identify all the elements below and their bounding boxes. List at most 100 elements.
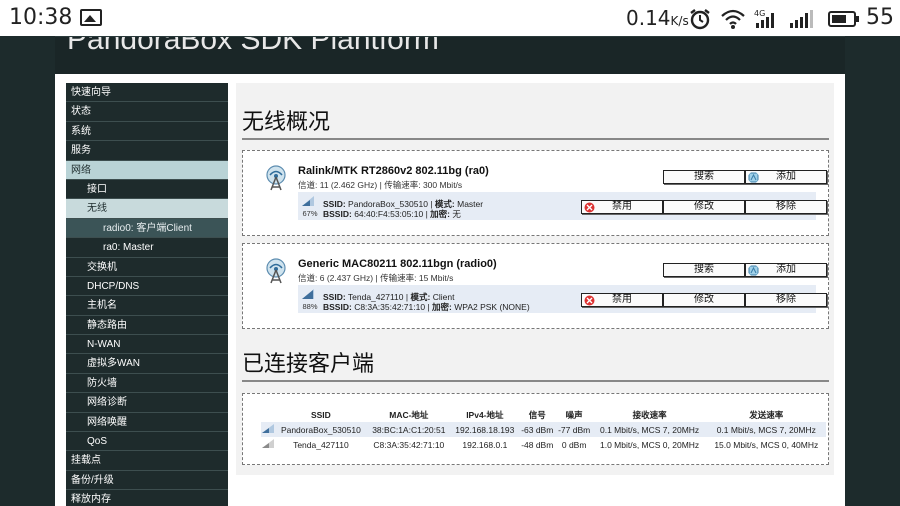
remove-button[interactable]: 移除 <box>745 293 827 307</box>
signal-cell <box>261 422 275 437</box>
device-info: 信道: 11 (2.462 GHz) | 传输速率: 300 Mbit/s <box>298 179 462 191</box>
edit-button[interactable]: 修改 <box>663 200 745 214</box>
rate-label: 传输速率: <box>380 273 417 283</box>
table-row: PandoraBox_530510 38:BC:1A:C1:20:51 192.… <box>261 422 826 437</box>
header-signal-icon <box>261 407 275 422</box>
disable-label: 禁用 <box>612 294 632 305</box>
noise-cell: 0 dBm <box>561 439 587 450</box>
sidebar-item-ra0[interactable]: ra0: Master <box>66 238 228 258</box>
signal-cell: -63 dBm <box>518 422 556 437</box>
add-label: 添加 <box>776 264 796 275</box>
rate-value: 15 Mbit/s <box>418 273 454 283</box>
ipv4-cell: 192.168.0.1 <box>462 439 508 450</box>
sidebar-item-mount-points[interactable]: 挂载点 <box>66 451 228 471</box>
signal-cell <box>261 437 275 452</box>
sidebar-item-n-wan[interactable]: N-WAN <box>66 335 228 355</box>
table-header: SSID MAC-地址 IPv4-地址 信号 噪声 接收速率 发送速率 <box>261 407 826 422</box>
image-icon <box>80 9 102 26</box>
sidebar-item-hostnames[interactable]: 主机名 <box>66 296 228 316</box>
sidebar-item-dhcp-dns[interactable]: DHCP/DNS <box>66 277 228 297</box>
ipv4-cell: 192.168.18.193 <box>450 422 519 437</box>
alarm-clock-icon <box>690 9 710 30</box>
ssid-cell: PandoraBox_530510 <box>275 422 367 437</box>
noise-cell: -77 dBm <box>555 422 593 437</box>
bssid-label: BSSID: <box>323 302 352 312</box>
sidebar-item-backup-upgrade[interactable]: 备份/升级 <box>66 471 228 491</box>
disable-icon <box>584 295 595 306</box>
header-ipv4: IPv4-地址 <box>466 409 504 420</box>
header-noise: 噪声 <box>565 409 583 420</box>
sidebar: 快速向导 状态 系统 服务 网络 接口 无线 radio0: 客户端Client… <box>66 83 228 506</box>
sidebar-item-wake-on-lan[interactable]: 网络唤醒 <box>66 413 228 433</box>
sidebar-item-wireless[interactable]: 无线 <box>66 199 228 219</box>
device-info: 信道: 6 (2.437 GHz) | 传输速率: 15 Mbit/s <box>298 272 453 284</box>
header-mac: MAC-地址 <box>389 409 429 420</box>
antenna-icon <box>266 258 286 284</box>
disable-button[interactable]: 禁用 <box>581 293 663 307</box>
sidebar-item-status[interactable]: 状态 <box>66 102 228 122</box>
remove-button[interactable]: 移除 <box>745 200 827 214</box>
sidebar-item-diagnostics[interactable]: 网络诊断 <box>66 393 228 413</box>
sidebar-item-free-memory[interactable]: 释放内存 <box>66 490 228 506</box>
header: PandoraBox SDK Plantform <box>55 36 845 74</box>
encryption-value: WPA2 PSK (NONE) <box>454 302 530 312</box>
rx-rate-cell: 0.1 Mbit/s, MCS 7, 20MHz <box>592 422 707 437</box>
scan-button[interactable]: 搜索 <box>663 170 745 184</box>
add-button[interactable]: 添加 <box>745 263 827 277</box>
bssid-line: BSSID: 64:40:F4:53:05:10 | 加密: 无 <box>323 208 461 220</box>
wireless-device-card-ra0: Ralink/MTK RT2860v2 802.11bg (ra0) 信道: 1… <box>242 150 829 236</box>
battery-level: 55 <box>866 5 894 30</box>
disable-icon <box>584 202 595 213</box>
section-divider <box>242 138 829 140</box>
mode-value: Master <box>457 199 484 209</box>
svg-text:4G: 4G <box>754 9 765 18</box>
encryption-value: 无 <box>452 209 461 219</box>
bssid-label: BSSID: <box>323 209 352 219</box>
tx-rate-cell: 15.0 Mbit/s, MCS 0, 40MHz <box>714 439 819 450</box>
edit-button[interactable]: 修改 <box>663 293 745 307</box>
add-icon <box>748 265 759 276</box>
header-tx-rate: 发送速率 <box>749 409 784 420</box>
separator: | <box>379 180 382 190</box>
sidebar-item-static-routes[interactable]: 静态路由 <box>66 316 228 336</box>
cell-signal-icon: 4G <box>754 9 774 28</box>
sidebar-item-firewall[interactable]: 防火墙 <box>66 374 228 394</box>
disable-label: 禁用 <box>612 201 632 212</box>
sidebar-item-quick-guide[interactable]: 快速向导 <box>66 83 228 103</box>
rx-rate-cell: 1.0 Mbit/s, MCS 0, 20MHz <box>599 439 700 450</box>
sidebar-item-interfaces[interactable]: 接口 <box>66 180 228 200</box>
channel-label: 信道: <box>298 180 318 190</box>
sidebar-item-radio0[interactable]: radio0: 客户端Client <box>66 218 228 239</box>
device-title: Ralink/MTK RT2860v2 802.11bg (ra0) <box>298 165 489 177</box>
clients-title: 已连接客户端 <box>242 351 375 376</box>
encryption-label: 加密: <box>432 302 452 312</box>
sidebar-item-services[interactable]: 服务 <box>66 141 228 161</box>
sidebar-item-qos[interactable]: QoS <box>66 432 228 452</box>
clients-table-box: SSID MAC-地址 IPv4-地址 信号 噪声 接收速率 发送速率 Pand… <box>242 393 829 465</box>
bssid-value: C8:3A:35:42:71:10 <box>354 302 426 312</box>
channel-value: 11 (2.462 GHz) <box>319 180 378 190</box>
table-row: Tenda_427110 C8:3A:35:42:71:10 192.168.0… <box>261 437 826 452</box>
scan-button[interactable]: 搜索 <box>663 263 745 277</box>
antenna-icon <box>266 165 286 191</box>
header-rx-rate: 接收速率 <box>632 409 667 420</box>
signal-strength-icon <box>302 289 314 299</box>
status-bar: 10:38 0.14K/s 4G 55 <box>0 0 900 36</box>
clock: 10:38 <box>9 5 73 30</box>
brand-title: PandoraBox SDK Plantform <box>67 36 439 56</box>
signal-strength-icon <box>302 196 314 206</box>
sidebar-item-switch[interactable]: 交换机 <box>66 258 228 277</box>
sidebar-item-network[interactable]: 网络 <box>66 160 228 180</box>
disable-button[interactable]: 禁用 <box>581 200 663 214</box>
speed-value: 0.14 <box>626 6 671 30</box>
sidebar-item-system[interactable]: 系统 <box>66 122 228 142</box>
signal-percent: 67% <box>302 209 318 218</box>
mac-cell: 38:BC:1A:C1:20:51 <box>366 422 451 437</box>
signal-strength-icon <box>262 439 274 448</box>
add-button[interactable]: 添加 <box>745 170 827 184</box>
speed-unit: K/s <box>670 14 689 28</box>
rate-value: 300 Mbit/s <box>422 180 463 190</box>
signal-strength-icon <box>262 424 274 433</box>
header-signal: 信号 <box>528 409 546 420</box>
sidebar-item-multi-wan[interactable]: 虚拟多WAN <box>66 354 228 374</box>
